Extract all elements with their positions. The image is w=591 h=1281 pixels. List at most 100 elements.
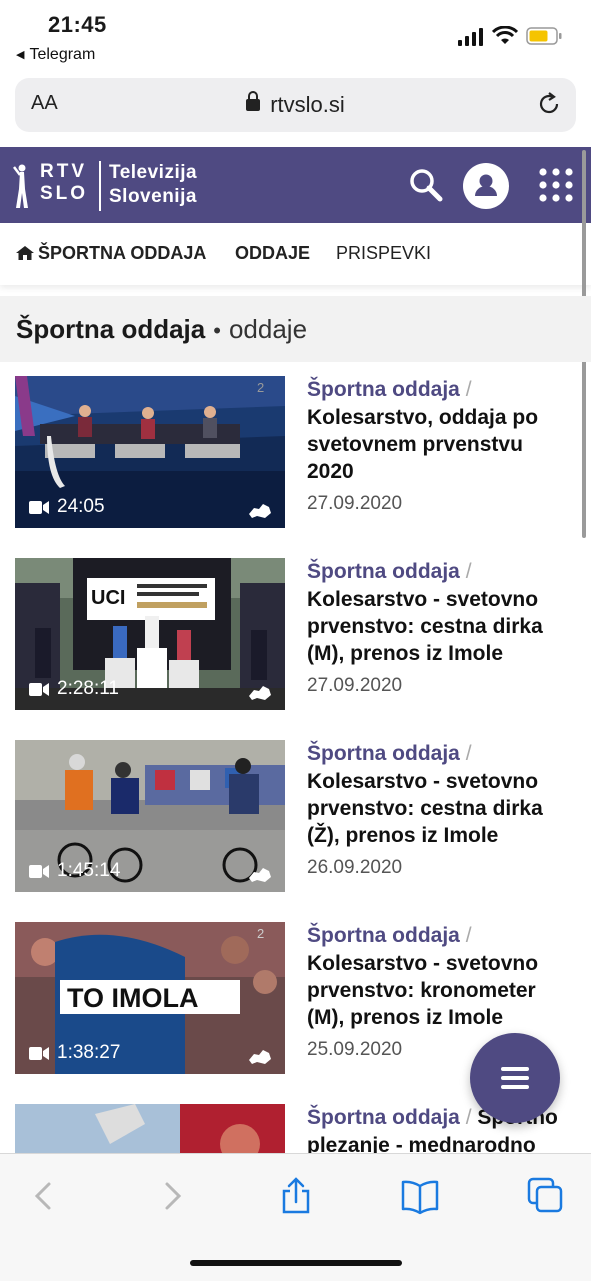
channel-mark: 2 [257,926,264,941]
video-camera-icon [29,1046,49,1060]
video-camera-icon [29,500,49,514]
show-slash: / [465,560,472,583]
site-header: RTV SLO Televizija Slovenija [0,147,591,223]
video-date: 27.09.2020 [307,493,403,514]
back-arrow-icon[interactable] [24,1176,64,1216]
video-thumbnail[interactable]: TO IMOLA 2 1:38:27 [15,922,285,1074]
nav-label-sportna-oddaja: ŠPORTNA ODDAJA [38,243,207,263]
video-title-line: Kolesarstvo - svetovno [307,588,539,611]
uci-logo-text: UCI [91,587,125,609]
video-thumbnail[interactable]: 2 24:05 [15,376,285,528]
address-bar[interactable]: AA rtvslo.si [15,78,576,132]
video-camera-icon [29,682,49,696]
logo-rtv-line1: RTV [40,161,87,182]
show-name: Športna oddaja [307,1106,460,1129]
video-thumbnail[interactable]: UCI 2:28:11 [15,558,285,710]
lock-icon [246,91,261,111]
video-title-line: Kolesarstvo - svetovno [307,770,539,793]
hamburger-menu-icon [501,1067,529,1089]
video-title-line: (M), prenos iz Imole [307,642,504,665]
video-thumbnail[interactable]: 1:45:14 [15,740,285,892]
tabs-icon[interactable] [526,1176,566,1216]
logo-rtv-slo[interactable]: RTV SLO [40,161,88,205]
video-show[interactable]: Športna oddaja / [307,558,575,586]
video-camera-icon [29,864,49,878]
video-title[interactable]: Kolesarstvo - svetovno prvenstvo: cestna… [307,586,575,667]
nav-item-sportna-oddaja[interactable]: ŠPORTNA ODDAJA [16,243,206,264]
search-icon[interactable] [408,167,444,203]
slovenia-map-icon [249,868,271,882]
logo-rtv-line2: SLO [40,183,89,204]
share-icon[interactable] [276,1176,316,1216]
video-duration: 1:38:27 [29,1042,120,1064]
show-name: Športna oddaja [307,924,460,947]
video-title-line: prvenstvo: kronometer [307,979,536,1002]
show-slash: / [465,742,472,765]
duration-text: 2:28:11 [57,678,119,699]
duration-text: 1:38:27 [57,1042,121,1063]
logo-tv-line2: Slovenija [109,186,197,207]
video-date: 27.09.2020 [307,675,403,696]
video-card[interactable]: 1:45:14 Športna oddaja / Kolesarstvo - s… [15,740,575,892]
nav-item-oddaje[interactable]: ODDAJE [235,243,310,264]
address-domain: rtvslo.si [15,91,576,118]
show-slash: / [465,924,472,947]
home-indicator [190,1260,402,1266]
slovenia-map-icon [249,1050,271,1064]
video-info: Športna oddaja / Kolesarstvo - svetovno … [307,558,575,697]
video-title-line: Kolesarstvo - svetovno [307,952,539,975]
back-to-app-link[interactable]: ◀ Telegram [16,46,95,64]
show-name: Športna oddaja [307,560,460,583]
cellular-signal-icon [458,28,483,46]
slovenia-map-icon [249,504,271,518]
floating-menu-button[interactable] [470,1033,560,1123]
page-title: Športna oddaja • oddaje [16,314,307,345]
video-show[interactable]: Športna oddaja / [307,376,575,404]
duration-text: 24:05 [57,496,105,517]
video-title-line: (Ž), prenos iz Imole [307,824,499,847]
show-slash: / [465,378,472,401]
video-title-line: svetovnem prvenstvu [307,433,523,456]
video-title[interactable]: Kolesarstvo - svetovno prvenstvo: cestna… [307,768,575,849]
forward-arrow-icon[interactable] [152,1176,192,1216]
back-app-label: Telegram [29,46,96,63]
page-title-text: Športna oddaja [16,314,206,344]
show-name: Športna oddaja [307,378,460,401]
video-card[interactable]: 2 24:05 Športna oddaja / Kolesarstvo, od… [15,376,575,528]
bookmarks-icon[interactable] [400,1176,440,1216]
video-duration: 24:05 [29,496,105,518]
video-title-line: 2020 [307,460,354,483]
domain-text: rtvslo.si [270,92,345,117]
duration-text: 1:45:14 [57,860,121,881]
status-bar: 21:45 ◀ Telegram [0,0,591,72]
video-title-line: prvenstvo: cestna dirka [307,797,543,820]
thumb-title-text: TO IMOLA [67,983,199,1013]
show-name: Športna oddaja [307,742,460,765]
battery-icon [526,27,562,45]
page-heading: Športna oddaja • oddaje [0,296,591,362]
video-title-line: prvenstvo: cestna dirka [307,615,543,638]
video-title[interactable]: Kolesarstvo - svetovno prvenstvo: kronom… [307,950,575,1031]
back-triangle-icon: ◀ [16,49,25,61]
user-account-button[interactable] [463,163,509,209]
video-info: Športna oddaja / Kolesarstvo, oddaja po … [307,376,575,515]
video-title-line: (M), prenos iz Imole [307,1006,504,1029]
slovenia-map-icon [249,686,271,700]
title-separator: • [213,318,221,343]
logo-tv-line1: Televizija [109,162,198,183]
video-title[interactable]: Kolesarstvo, oddaja po svetovnem prvenst… [307,404,575,485]
rtv-logo-figure-icon[interactable] [12,163,32,209]
video-card[interactable]: UCI 2:28:11 Športna oddaja / Kolesarstvo… [15,558,575,710]
status-time: 21:45 [48,12,107,37]
wifi-icon [492,26,518,44]
user-icon [475,174,497,196]
logo-televizija-slovenija[interactable]: Televizija Slovenija [109,161,197,209]
reload-icon[interactable] [536,91,562,117]
nav-item-prispevki[interactable]: PRISPEVKI [336,243,431,264]
video-show[interactable]: Športna oddaja / [307,740,575,768]
video-duration: 1:45:14 [29,860,120,882]
logo-divider [99,161,101,211]
video-show[interactable]: Športna oddaja / [307,922,575,950]
page-subtitle: oddaje [228,314,308,344]
grid-icon[interactable] [538,167,574,203]
